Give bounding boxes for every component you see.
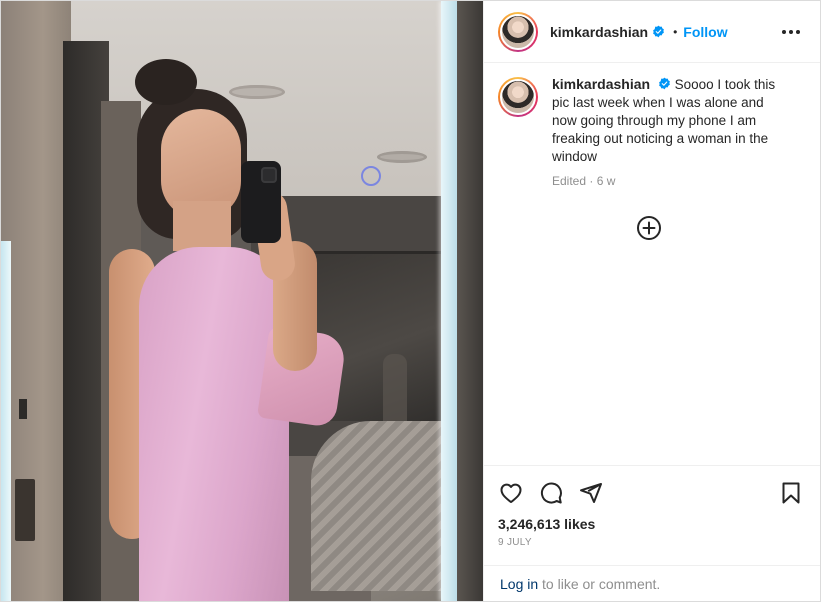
ceiling-light — [229, 85, 285, 99]
verified-badge-icon — [658, 77, 670, 90]
mirror-frame — [441, 1, 457, 601]
post-side-panel: kimkardashian • Follow kimkardashian Soo… — [483, 1, 820, 601]
verified-badge-icon — [653, 25, 664, 38]
caption-meta: Edited · 6 w — [552, 174, 788, 188]
login-suffix: to like or comment. — [538, 575, 661, 592]
post-date[interactable]: 9 JULY — [498, 537, 804, 548]
edited-label: Edited — [552, 174, 587, 188]
meta-separator: · — [589, 174, 594, 188]
avatar[interactable] — [498, 77, 538, 117]
ceiling-light — [377, 151, 427, 163]
follow-button[interactable]: Follow — [683, 24, 727, 40]
pink-dress — [139, 247, 289, 601]
cursor-indicator — [361, 166, 381, 186]
bookmark-icon[interactable] — [778, 480, 804, 506]
likes-count[interactable]: 3,246,613 likes — [498, 516, 804, 532]
login-link[interactable]: Log in — [500, 576, 538, 592]
heart-icon[interactable] — [498, 480, 524, 506]
avatar[interactable] — [498, 11, 538, 52]
comments-section: kimkardashian Soooo I took this pic last… — [484, 63, 820, 465]
post-actions: 3,246,613 likes 9 JULY — [484, 465, 820, 565]
separator-dot: • — [673, 24, 678, 39]
caption-username[interactable]: kimkardashian — [552, 76, 650, 92]
author-username[interactable]: kimkardashian — [550, 24, 648, 40]
instagram-post: kimkardashian • Follow kimkardashian Soo… — [0, 0, 821, 602]
post-photo[interactable] — [1, 1, 483, 601]
caption: kimkardashian Soooo I took this pic last… — [498, 75, 804, 188]
login-prompt: Log in to like or comment. — [484, 565, 820, 601]
share-icon[interactable] — [578, 480, 604, 506]
comment-icon[interactable] — [538, 480, 564, 506]
more-options-icon[interactable] — [778, 26, 804, 38]
post-header: kimkardashian • Follow — [484, 1, 820, 63]
mirror-frame — [1, 241, 11, 601]
post-age[interactable]: 6 w — [597, 174, 616, 188]
phone — [241, 161, 281, 243]
plus-circle-icon[interactable] — [636, 215, 662, 241]
